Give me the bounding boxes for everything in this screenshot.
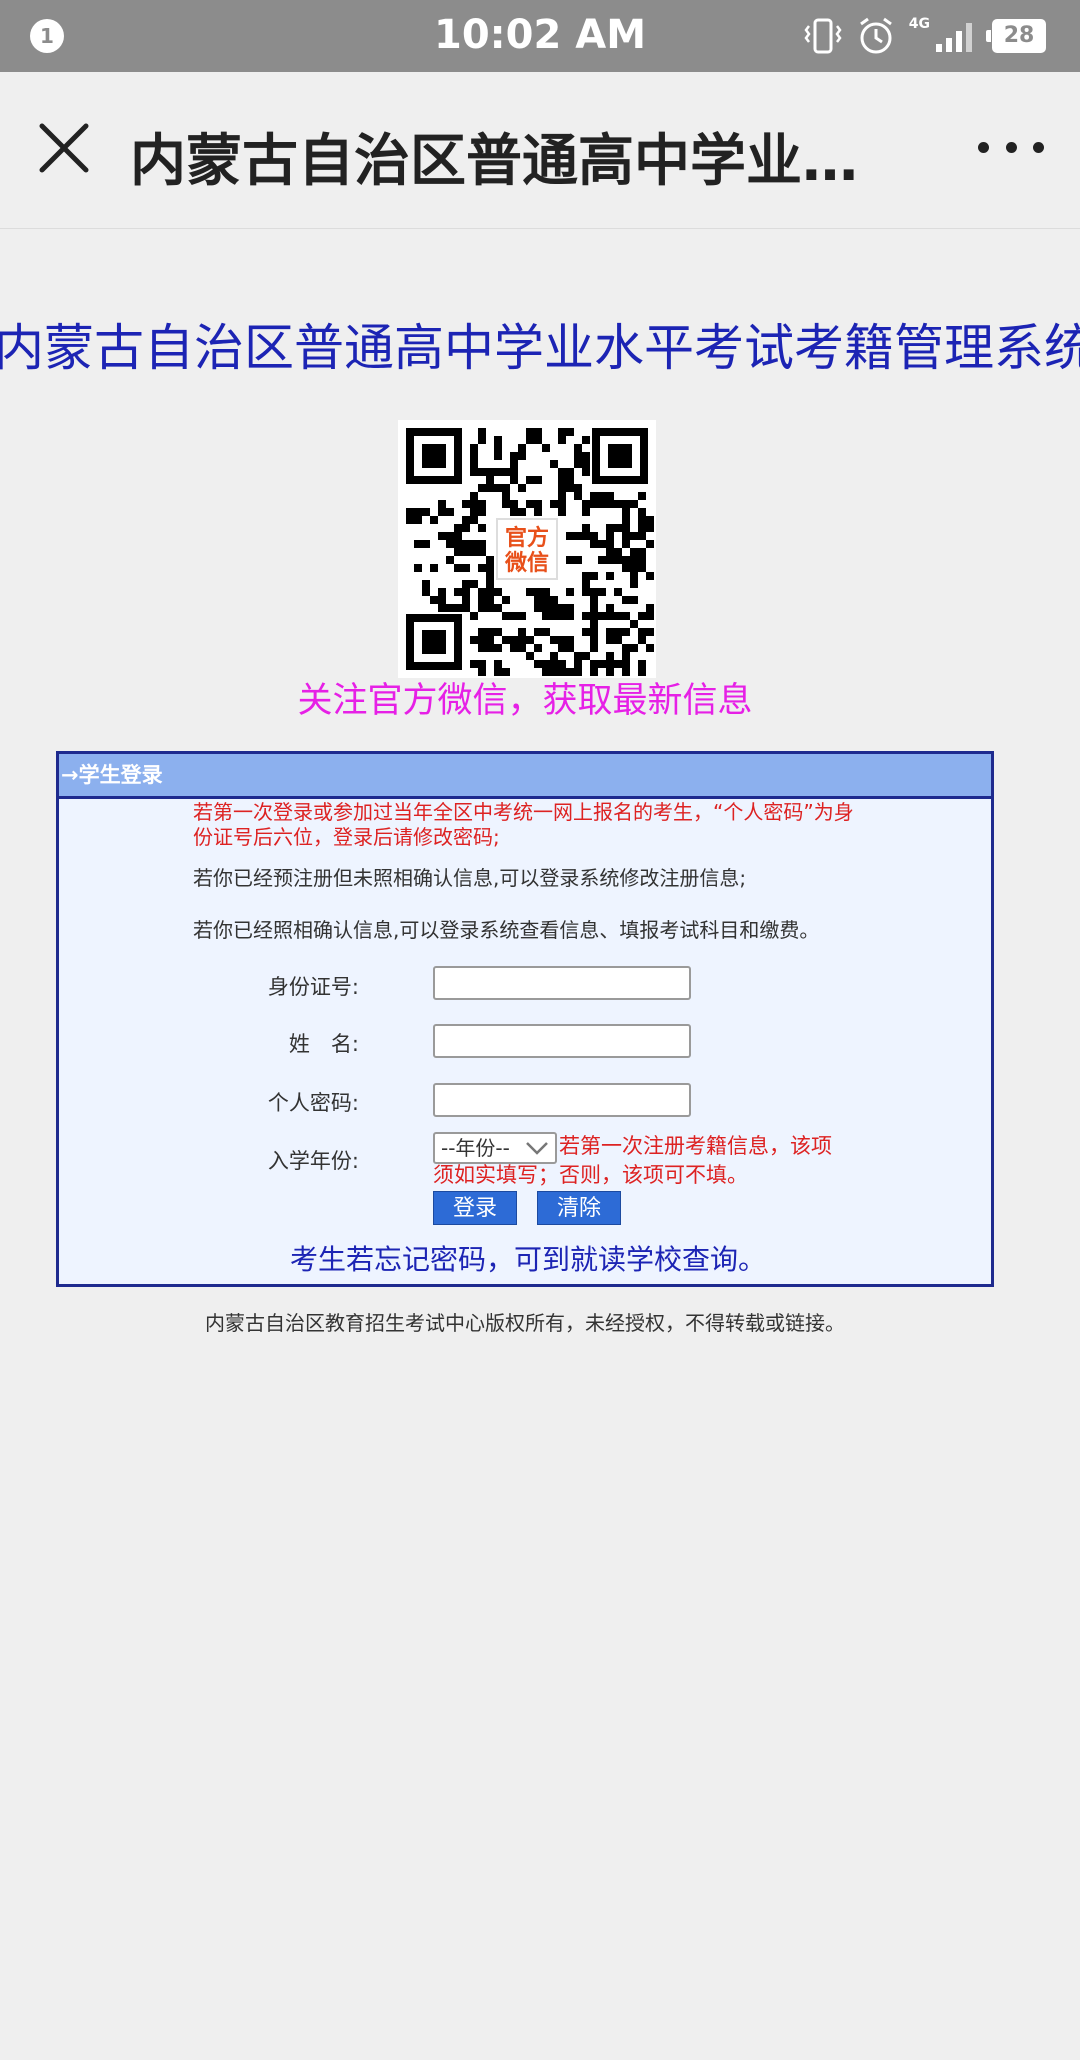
qr-logo-text-1: 官方 [505,525,549,551]
page-title: 内蒙古自治区普通高中学业水平考试考籍管理系统 [0,319,1080,377]
clear-button[interactable]: 清除 [537,1191,621,1225]
follow-wechat-text: 关注官方微信，获取最新信息 [297,681,753,721]
more-icon[interactable] [978,132,1044,162]
enrollment-year-select[interactable]: --年份-- [433,1132,557,1164]
enrollment-year-label: 入学年份: [267,1149,359,1173]
year-note: 若第一次注册考籍信息，该项 须如实填写；否则，该项可不填。 [433,1132,869,1187]
alarm-icon [859,17,892,54]
preregister-notice: 若你已经预注册但未照相确认信息,可以登录系统修改注册信息; [193,866,747,890]
network-type: 4G [908,16,930,32]
name-label: 姓 名: [288,1032,359,1056]
id-number-label: 身份证号: [267,975,359,999]
signal-icon [936,23,972,52]
id-number-input[interactable] [433,966,691,1000]
battery-icon: 28 [986,19,1046,53]
forgot-password-text: 考生若忘记密码，可到就读学校查询。 [289,1243,766,1276]
password-input[interactable] [433,1083,691,1117]
copyright-footer: 内蒙古自治区教育招生考试中心版权所有，未经授权，不得转载或链接。 [205,1311,845,1335]
close-icon[interactable] [36,120,92,176]
login-panel-header: →学生登录 [59,754,991,799]
app-bar: 内蒙古自治区普通高中学业水平考试考籍管理系统 [0,72,1080,229]
login-panel: →学生登录 若第一次登录或参加过当年全区中考统一网上报名的考生，“个人密码”为身… [56,751,994,1287]
year-note-line2: 须如实填写；否则，该项可不填。 [433,1163,748,1187]
password-notice: 若第一次登录或参加过当年全区中考统一网上报名的考生，“个人密码”为身份证号后六位… [193,800,854,849]
password-label: 个人密码: [267,1091,359,1115]
status-icons: 4G 28 [803,14,1046,58]
app-title: 内蒙古自治区普通高中学业水平考试考籍管理系统 [130,129,910,194]
login-button[interactable]: 登录 [433,1191,517,1225]
qr-logo-text-2: 微信 [504,550,549,576]
name-input[interactable] [433,1024,691,1058]
chevron-down-icon [526,1142,548,1155]
vibrate-icon [804,18,842,54]
year-note-line1: 若第一次注册考籍信息，该项 [559,1134,832,1158]
year-select-value: --年份-- [441,1136,510,1160]
confirmed-notice: 若你已经照相确认信息,可以登录系统查看信息、填报考试科目和缴费。 [193,918,820,942]
status-bar: 1 10:02 AM 4G 28 [0,0,1080,72]
qr-code-image: 官方 微信 [398,420,656,678]
